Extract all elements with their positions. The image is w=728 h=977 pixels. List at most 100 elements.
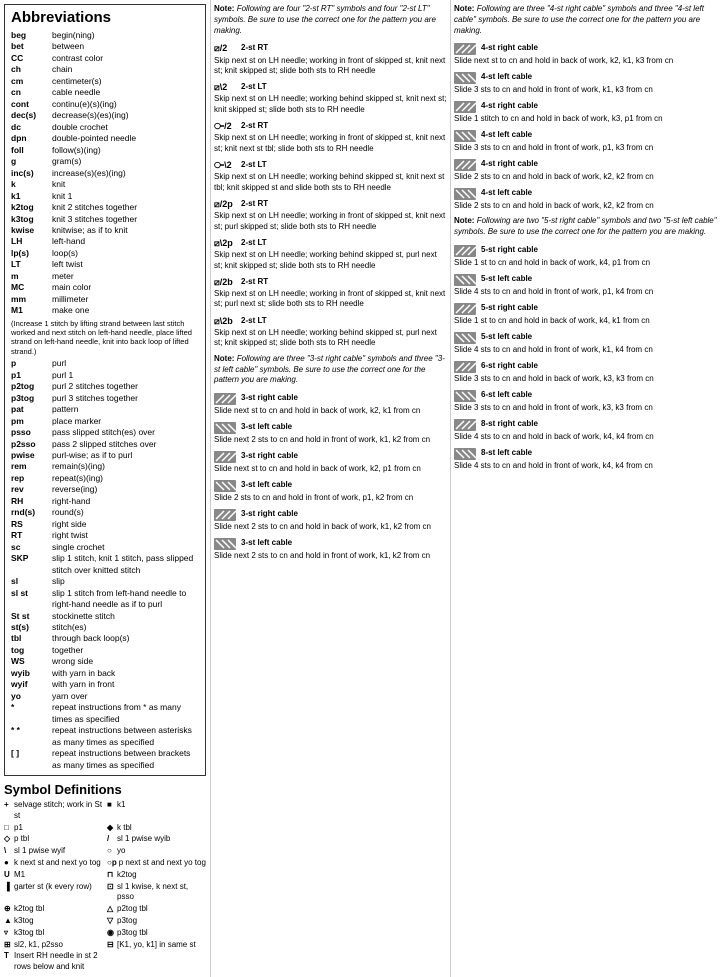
abbrev-key: tog: [11, 645, 49, 656]
abbrev-key: pm: [11, 416, 49, 427]
abbrev-key: rnd(s): [11, 507, 49, 518]
cable-symbol: [454, 244, 478, 257]
cable-name: 4-st left cable: [481, 72, 532, 83]
cable-name: 4-st left cable: [481, 188, 532, 199]
abbrev-key: foll: [11, 145, 49, 156]
abbrev-val: increase(s)(es)(ing): [52, 168, 199, 179]
cable-name: 5-st left cable: [481, 274, 532, 285]
cable-name: 8-st right cable: [481, 419, 538, 430]
cable-desc: Slide 1 stitch to cn and hold in back of…: [454, 114, 725, 124]
abbrev-key: wyif: [11, 679, 49, 690]
cable-header: ⧄/2p 2-st RT: [214, 198, 447, 210]
cable-desc: Skip next st on LH needle; working behin…: [214, 94, 447, 115]
abbrev-val: between: [52, 41, 199, 52]
abbrev-key: RS: [11, 519, 49, 530]
abbrev-val: contrast color: [52, 53, 199, 64]
abbrev-key: dc: [11, 122, 49, 133]
abbrev-key: psso: [11, 427, 49, 438]
cable-header: 3-st right cable: [214, 450, 447, 463]
cable-desc: Skip next st on LH needle; working in fr…: [214, 289, 447, 310]
abbrev-val: knit 2 stitches together: [52, 202, 199, 213]
cable-desc: Slide 2 sts to cn and hold in back of wo…: [454, 201, 725, 211]
abbrev-val: slip 1 stitch from left-hand needle to r…: [52, 588, 199, 611]
cable-symbol: [454, 100, 478, 113]
symbol-item: ■k1: [107, 800, 206, 822]
abbrev-val: make one: [52, 305, 199, 316]
abbrev-val: centimeter(s): [52, 76, 199, 87]
abbrev-val: purl 2 stitches together: [52, 381, 199, 392]
symbol-title: Symbol Definitions: [4, 782, 206, 797]
abbrev-val: decrease(s)(es)(ing): [52, 110, 199, 121]
abbrev-val: pass 2 slipped stitches over: [52, 439, 199, 450]
cable-symbol: [454, 187, 478, 200]
cable-symbol: ⧄/2: [214, 42, 238, 54]
abbrev-key: sl st: [11, 588, 49, 611]
abbrev-val: right side: [52, 519, 199, 530]
cable-name: 3-st left cable: [241, 480, 292, 491]
abbrev-key: yo: [11, 691, 49, 702]
abbrev-val: slip 1 stitch, knit 1 stitch, pass slipp…: [52, 553, 199, 576]
cable-entry: 8-st right cable Slide 4 sts to cn and h…: [454, 418, 725, 442]
cable-symbol: [454, 389, 478, 402]
cable-desc: Slide 3 sts to cn and hold in back of wo…: [454, 374, 725, 384]
abbrev-val: single crochet: [52, 542, 199, 553]
cable-name: 3-st right cable: [241, 393, 298, 404]
cable-desc: Slide 2 sts to cn and hold in back of wo…: [454, 172, 725, 182]
abbrev-key: SKP: [11, 553, 49, 576]
cable-header: 3-st right cable: [214, 392, 447, 405]
cable-header: ⧄/2 2-st RT: [214, 42, 447, 54]
cable-header: 3-st left cable: [214, 537, 447, 550]
cable-desc: Slide 1 st to cn and hold in back of wor…: [454, 258, 725, 268]
cable-name: 4-st right cable: [481, 159, 538, 170]
abbrev-key: k3tog: [11, 214, 49, 225]
cable-header: 3-st left cable: [214, 479, 447, 492]
cable-entry: 4-st left cable Slide 3 sts to cn and ho…: [454, 71, 725, 95]
abbrev-val: repeat instructions between asterisks as…: [52, 725, 199, 748]
abbrev-val: pattern: [52, 404, 199, 415]
cable-header: 3-st right cable: [214, 508, 447, 521]
cable-symbol: [454, 129, 478, 142]
cable-symbol: [454, 447, 478, 460]
left-column: Abbreviations begbegin(ning)betbetweenCC…: [0, 0, 210, 977]
abbrev-val: follow(s)(ing): [52, 145, 199, 156]
cable-name: 2-st LT: [241, 82, 267, 93]
cable-desc: Skip next st on LH needle; working behin…: [214, 172, 447, 193]
cable-entry: 3-st right cable Slide next st to cn and…: [214, 392, 447, 416]
cable-name: 2-st RT: [241, 43, 268, 54]
abbrev-key: dpn: [11, 133, 49, 144]
abbreviations-grid: begbegin(ning)betbetweenCCcontrast color…: [11, 30, 199, 771]
abbrev-val: together: [52, 645, 199, 656]
cable-header: 5-st right cable: [454, 244, 725, 257]
abbrev-val: cable needle: [52, 87, 199, 98]
abbrev-key: inc(s): [11, 168, 49, 179]
cable-entry: ⧄/2b 2-st RT Skip next st on LH needle; …: [214, 276, 447, 310]
cable-symbol: [214, 421, 238, 434]
cable-entry: 4-st right cable Slide 1 stitch to cn an…: [454, 100, 725, 124]
abbrev-val: purl-wise; as if to purl: [52, 450, 199, 461]
symbol-item: ◉p3tog tbl: [107, 928, 206, 939]
cable-entry: 6-st right cable Slide 3 sts to cn and h…: [454, 360, 725, 384]
cable-entry: ⧄/2 2-st RT Skip next st on LH needle; w…: [214, 42, 447, 76]
cable-symbol: [454, 331, 478, 344]
abbrev-val: yarn over: [52, 691, 199, 702]
abbrev-val: purl 1: [52, 370, 199, 381]
cable-name: 3-st right cable: [241, 451, 298, 462]
cable-header: 8-st left cable: [454, 447, 725, 460]
abbrev-key: k: [11, 179, 49, 190]
abbrev-key: * *: [11, 725, 49, 748]
abbrev-val: knit 1: [52, 191, 199, 202]
cable-entry: ⧃/2 2-st RT Skip next st on LH needle; w…: [214, 120, 447, 154]
cable-entry: 3-st left cable Slide 2 sts to cn and ho…: [214, 479, 447, 503]
abbrev-val: main color: [52, 282, 199, 293]
abbrev-key: rem: [11, 461, 49, 472]
cable-desc: Slide 1 st to cn and hold in back of wor…: [454, 316, 725, 326]
abbrev-key: CC: [11, 53, 49, 64]
symbol-grid: +selvage stitch; work in St st■k1□p1◆k t…: [4, 800, 206, 973]
abbrev-val: millimeter: [52, 294, 199, 305]
abbrev-val: knit 3 stitches together: [52, 214, 199, 225]
abbrev-val: wrong side: [52, 656, 199, 667]
cable-header: 6-st right cable: [454, 360, 725, 373]
symbol-item: □p1: [4, 823, 103, 834]
cable-symbol: [454, 273, 478, 286]
cable-name: 3-st right cable: [241, 509, 298, 520]
